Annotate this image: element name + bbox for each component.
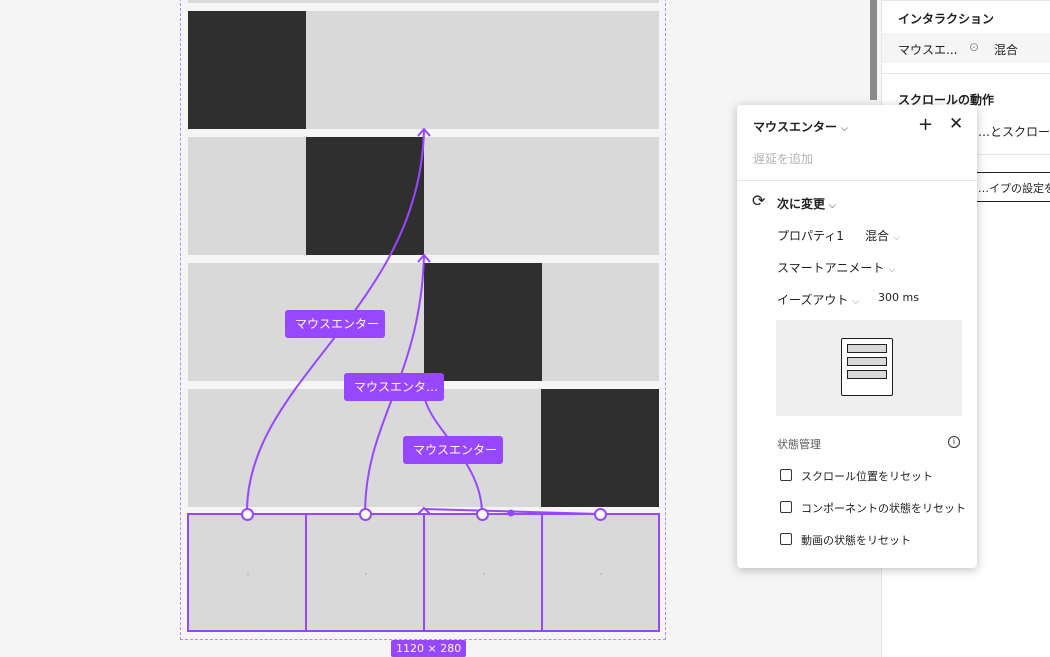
- interaction-item[interactable]: マウスエ... ⊙ 混合: [882, 33, 1050, 63]
- reset-video-label: 動画の状態をリセット: [801, 534, 911, 547]
- reset-video-checkbox[interactable]: [780, 533, 792, 545]
- reset-scroll-checkbox[interactable]: [780, 469, 792, 481]
- chevron-down-icon: ⌵: [852, 297, 860, 307]
- animation-label: スマートアニメート: [777, 261, 885, 275]
- connection-handle[interactable]: [359, 508, 372, 521]
- size-badge: 1120 × 280: [391, 640, 467, 657]
- animation-preview: [776, 320, 962, 416]
- chevron-down-icon: ⌵: [829, 201, 836, 211]
- action-dropdown[interactable]: 次に変更 ⌵: [777, 195, 836, 212]
- property-label: プロパティ1: [777, 229, 844, 243]
- interaction-trigger: マウスエ...: [898, 43, 958, 57]
- scroll-value[interactable]: …とスクロール: [978, 123, 1050, 140]
- panel-scrollbar[interactable]: [870, 0, 877, 100]
- interaction-details-popup: マウスエンター ⌵ + ✕ 遅延を追加 ⟳ 次に変更 ⌵ プロパティ1 混合 ⌵ スマ…: [737, 105, 977, 568]
- divider: [882, 73, 1050, 74]
- connection-handle[interactable]: [476, 508, 489, 521]
- reset-component-checkbox[interactable]: [780, 501, 792, 513]
- reset-component-label: コンポーネントの状態をリセット: [801, 502, 966, 515]
- easing-label: イーズアウト: [777, 293, 849, 307]
- interaction-tag[interactable]: マウスエンタ…: [344, 373, 444, 401]
- close-icon[interactable]: ✕: [949, 114, 963, 134]
- info-icon[interactable]: i: [948, 436, 960, 448]
- trigger-label: マウスエンター: [753, 120, 838, 134]
- connection-handle[interactable]: [241, 508, 254, 521]
- trigger-dropdown[interactable]: マウスエンター ⌵: [753, 118, 848, 135]
- property-value: 混合: [865, 229, 890, 243]
- prototype-settings-label: …イプの設定を表示: [978, 182, 1050, 195]
- state-heading: 状態管理: [777, 438, 821, 451]
- divider: [737, 180, 977, 181]
- interaction-tag[interactable]: マウスエンター: [285, 310, 385, 338]
- divider: [882, 0, 1050, 1]
- chevron-down-icon: ⌵: [841, 124, 848, 134]
- property-value-dropdown[interactable]: 混合 ⌵: [865, 227, 900, 244]
- action-label: 次に変更: [777, 197, 826, 211]
- duration-input[interactable]: 300 ms: [878, 291, 919, 304]
- reset-scroll-label: スクロール位置をリセット: [801, 470, 933, 483]
- refresh-icon: ⟳: [752, 191, 766, 210]
- preview-frame-icon: [841, 338, 893, 396]
- chevron-down-icon: ⌵: [888, 265, 896, 275]
- animation-dropdown[interactable]: スマートアニメート ⌵: [777, 259, 895, 276]
- chevron-down-icon: ⌵: [893, 233, 900, 243]
- add-icon[interactable]: +: [918, 114, 933, 135]
- connection-dot: [507, 509, 515, 517]
- easing-dropdown[interactable]: イーズアウト ⌵: [777, 291, 859, 308]
- interaction-heading: インタラクション: [898, 12, 995, 26]
- interaction-tag[interactable]: マウスエンター: [403, 436, 503, 464]
- target-icon: ⊙: [969, 40, 980, 54]
- connection-handle[interactable]: [594, 508, 607, 521]
- interaction-value: 混合: [994, 43, 1019, 57]
- add-delay-link[interactable]: 遅延を追加: [753, 150, 813, 167]
